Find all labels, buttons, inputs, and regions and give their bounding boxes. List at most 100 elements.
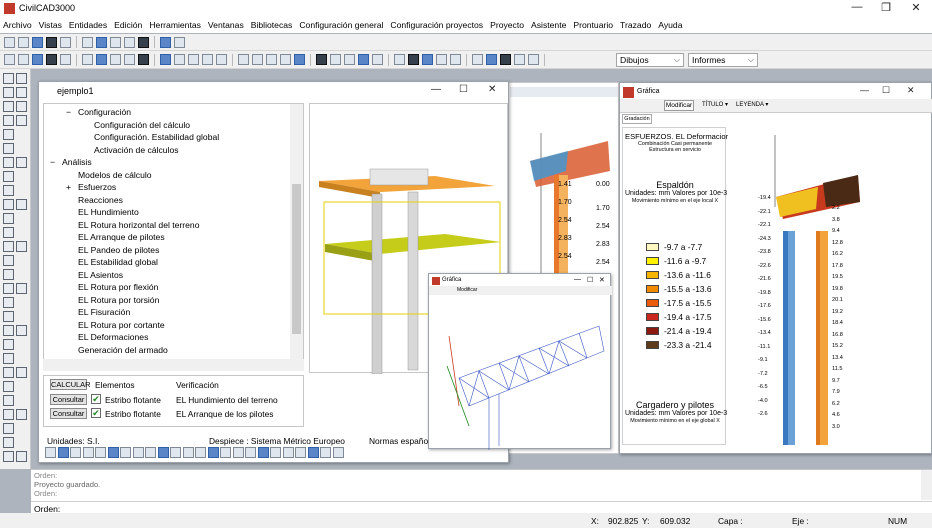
toolbar-tool-icon[interactable]: [358, 54, 369, 65]
menu-item[interactable]: Vistas: [39, 20, 62, 30]
menu-item[interactable]: Bibliotecas: [251, 20, 293, 30]
window-tool-icon[interactable]: [95, 447, 106, 458]
calcular-button[interactable]: CALCULAR: [50, 379, 90, 390]
tree-expander[interactable]: +: [66, 182, 71, 192]
side-tool-icon[interactable]: [3, 227, 14, 238]
toolbar-tool-icon[interactable]: [316, 54, 327, 65]
tree-expander[interactable]: −: [50, 157, 55, 167]
consultar-button[interactable]: Consultar: [50, 408, 87, 419]
menu-item[interactable]: Proyecto: [490, 20, 524, 30]
side-tool-icon[interactable]: [3, 241, 14, 252]
tree-item[interactable]: EL Arranque de pilotes: [78, 232, 165, 242]
tree-item[interactable]: EL Pandeo de pilotes: [78, 245, 159, 255]
graph-close-button[interactable]: ✕: [907, 85, 915, 96]
project-maximize-button[interactable]: ☐: [459, 84, 468, 95]
side-tool-icon[interactable]: [3, 101, 14, 112]
toolbar-tool-icon[interactable]: [472, 54, 483, 65]
side-tool-icon[interactable]: [3, 423, 14, 434]
window-tool-icon[interactable]: [82, 447, 94, 458]
toolbar-tool-icon[interactable]: [124, 54, 135, 65]
toolbar-tool-icon[interactable]: [252, 54, 263, 65]
side-tool-icon[interactable]: [3, 311, 14, 322]
side-tool-icon[interactable]: [16, 283, 27, 294]
side-tool-icon[interactable]: [3, 213, 14, 224]
window-tool-icon[interactable]: [257, 447, 269, 458]
deformation-plot[interactable]: -19.4 -22.1 -22.1 -24.3 -23.8 -22.6 -21.6 -19.8…: [728, 127, 931, 445]
toolbar-tool-icon[interactable]: [46, 54, 57, 65]
menu-item[interactable]: Ventanas: [208, 20, 244, 30]
tree-item[interactable]: EL Deformaciones: [78, 332, 148, 342]
toolbar-tool-icon[interactable]: [174, 54, 185, 65]
toolbar-tool-icon[interactable]: [280, 54, 291, 65]
tree-item[interactable]: Análisis: [62, 157, 92, 167]
toolbar-tool-icon[interactable]: [500, 54, 511, 65]
tree-item[interactable]: Reacciones: [78, 195, 123, 205]
side-tool-icon[interactable]: [16, 451, 27, 462]
tree-item[interactable]: EL Rotura por torsión: [78, 295, 159, 305]
toolbar-tool-icon[interactable]: [294, 54, 305, 65]
window-tool-icon[interactable]: [332, 447, 344, 458]
side-tool-icon[interactable]: [3, 199, 14, 210]
tree-item[interactable]: EL Rotura por flexión: [78, 282, 158, 292]
toolbar-tool-icon[interactable]: [394, 54, 405, 65]
side-tool-icon[interactable]: [16, 101, 27, 112]
side-tool-icon[interactable]: [3, 129, 14, 140]
tree-item[interactable]: EL Rotura por cortante: [78, 320, 165, 330]
window-tool-icon[interactable]: [170, 447, 181, 458]
tree-item[interactable]: Generación del armado: [78, 345, 168, 355]
window-tool-icon[interactable]: [270, 447, 281, 458]
toolbar-tool-icon[interactable]: [422, 54, 433, 65]
minimize-button[interactable]: —: [843, 1, 871, 13]
window-tool-icon[interactable]: [57, 447, 69, 458]
toolbar-tool-icon[interactable]: [160, 54, 171, 65]
side-tool-icon[interactable]: [16, 87, 27, 98]
toolbar-tool-icon[interactable]: [238, 54, 249, 65]
window-tool-icon[interactable]: [207, 447, 219, 458]
side-tool-icon[interactable]: [3, 451, 14, 462]
window-tool-icon[interactable]: [245, 447, 256, 458]
informes-combo[interactable]: Informes ⌵: [688, 53, 758, 67]
tab-gradacion[interactable]: Gradación: [622, 114, 652, 124]
toolbar-tool-icon[interactable]: [372, 54, 383, 65]
menu-item[interactable]: Entidades: [69, 20, 107, 30]
menu-item[interactable]: Edición: [114, 20, 142, 30]
toolbar-tool-icon[interactable]: [188, 54, 199, 65]
toolbar-tool-icon[interactable]: [330, 54, 341, 65]
menu-item[interactable]: Prontuario: [573, 20, 613, 30]
toolbar-tool-icon[interactable]: [4, 54, 15, 65]
window-tool-icon[interactable]: [282, 447, 294, 458]
window-tool-icon[interactable]: [157, 447, 169, 458]
toolbar-tool-icon[interactable]: [18, 54, 29, 65]
tree-scrollbar[interactable]: [290, 104, 303, 370]
tree-item[interactable]: EL Asientos: [78, 270, 123, 280]
mini-minimize-button[interactable]: —: [574, 276, 581, 283]
toolbar-tool-icon[interactable]: [96, 36, 107, 48]
menu-item[interactable]: Trazado: [620, 20, 651, 30]
side-tool-icon[interactable]: [3, 339, 14, 350]
toolbar-tool-icon[interactable]: [138, 36, 149, 48]
toolbar-tool-icon[interactable]: [216, 54, 227, 65]
toolbar-tool-icon[interactable]: [32, 36, 43, 48]
toolbar-tool-icon[interactable]: [96, 54, 107, 65]
tree-expander[interactable]: −: [66, 107, 71, 117]
project-close-button[interactable]: ✕: [488, 84, 496, 95]
tree-hscrollbar[interactable]: [43, 359, 304, 371]
toolbar-tool-icon[interactable]: [46, 36, 57, 48]
side-tool-icon[interactable]: [3, 395, 14, 406]
toolbar-tool-icon[interactable]: [32, 54, 43, 65]
toolbar-tool-icon[interactable]: [60, 36, 71, 48]
side-tool-icon[interactable]: [3, 73, 14, 84]
tree-scroll-thumb[interactable]: [292, 184, 301, 334]
tree-item[interactable]: EL Estabilidad global: [78, 257, 158, 267]
side-tool-icon[interactable]: [16, 199, 27, 210]
window-tool-icon[interactable]: [132, 447, 144, 458]
toolbar-tool-icon[interactable]: [82, 36, 93, 48]
tree-item[interactable]: EL Rotura horizontal del terreno: [78, 220, 200, 230]
window-tool-icon[interactable]: [307, 447, 319, 458]
graph-maximize-button[interactable]: ☐: [882, 85, 890, 96]
side-tool-icon[interactable]: [3, 367, 14, 378]
side-tool-icon[interactable]: [3, 269, 14, 280]
side-tool-icon[interactable]: [16, 115, 27, 126]
toolbar-tool-icon[interactable]: [436, 54, 447, 65]
mini-modify-button[interactable]: Modificar: [457, 287, 477, 293]
